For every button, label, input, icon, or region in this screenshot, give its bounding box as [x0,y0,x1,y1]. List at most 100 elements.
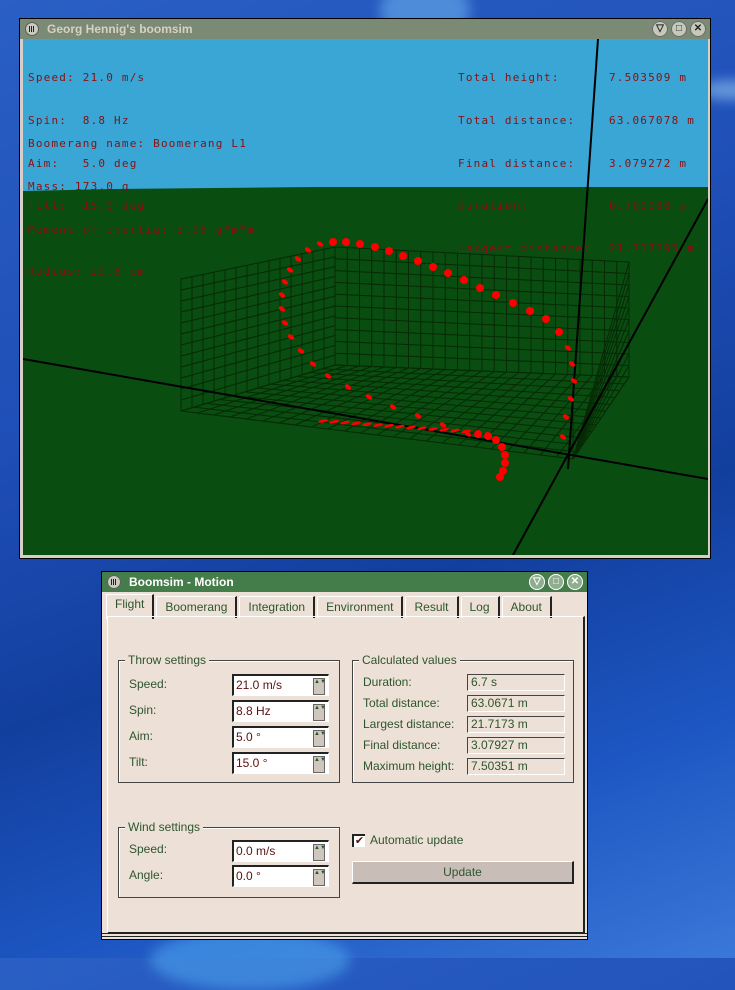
automatic-update-checkbox[interactable]: ✔ [352,834,365,847]
window-bottom-border [102,933,587,939]
wind-speed-spinbox[interactable]: 0.0 m/s ▲▼ [232,840,329,862]
tab-boomerang[interactable]: Boomerang [156,596,238,618]
spin-arrows-icon[interactable]: ▲▼ [313,678,326,695]
wallpaper-streak [150,930,350,990]
tab-about[interactable]: About [501,596,552,618]
spinbox-value: 0.0 m/s [236,844,276,858]
trajectory-point [414,257,422,265]
maximize-button[interactable]: □ [671,21,687,37]
throw-spin-spinbox[interactable]: 8.8 Hz ▲▼ [232,700,329,722]
spin-arrows-icon[interactable]: ▲▼ [313,869,326,886]
minimize-button[interactable]: ▽ [529,574,545,590]
tab-environment[interactable]: Environment [317,596,404,618]
hud-line: Boomerang name: Boomerang L1 [28,137,248,151]
throw-spin-label: Spin: [129,703,157,717]
spinbox-value: 8.8 Hz [236,704,271,718]
trajectory-point [492,436,500,444]
trajectory-point [371,243,379,251]
3d-scene-canvas[interactable]: Speed: 21.0 m/s Spin: 8.8 Hz Aim: 5.0 de… [23,39,708,555]
final-distance-value: 3.07927 m [467,737,565,754]
group-title: Wind settings [125,820,204,834]
trajectory-point [356,240,364,248]
hud-line: Speed: 21.0 m/s [28,71,146,85]
hud-line: Mass: 173.0 g [28,180,130,194]
spin-arrows-icon[interactable]: ▲▼ [313,704,326,721]
hud-value: 7.503509 m [609,71,688,85]
spin-arrows-icon[interactable]: ▲▼ [313,730,326,747]
hud-result-values: 7.503509 m 63.067078 m 3.079272 m 6.7000… [609,43,695,284]
hud-label: Largest distance: [458,241,591,255]
update-button[interactable]: Update [352,861,574,884]
hud-value: 3.079272 m [609,156,688,170]
hud-boomerang-info: Boomerang name: Boomerang L1 Mass: 173.0… [28,109,255,308]
total-distance-label: Total distance: [363,696,440,710]
throw-tilt-label: Tilt: [129,755,148,769]
trajectory-point [444,269,452,277]
tab-bar: Flight Boomerang Integration Environment… [106,594,554,619]
throw-speed-spinbox[interactable]: 21.0 m/s ▲▼ [232,674,329,696]
automatic-update-label[interactable]: Automatic update [370,833,463,847]
app-menu-icon[interactable] [25,22,39,36]
largest-distance-value: 21.7173 m [467,716,565,733]
window-title: Georg Hennig's boomsim [47,22,193,36]
hud-label: Total height: [458,71,560,85]
hud-label: Duration: [458,199,529,213]
trajectory-point [329,238,337,246]
app-menu-icon[interactable] [107,575,121,589]
hud-label: Total distance: [458,114,576,128]
spinbox-value: 0.0 ° [236,869,261,883]
maximum-height-label: Maximum height: [363,759,455,773]
trajectory-point [496,473,504,481]
flight-tab-panel: Throw settings Speed: 21.0 m/s ▲▼ Spin: … [107,616,585,934]
close-button[interactable]: ✕ [567,574,583,590]
viewer-titlebar[interactable]: Georg Hennig's boomsim ▽ □ ✕ [20,19,710,39]
group-title: Calculated values [359,653,460,667]
total-distance-value: 63.0671 m [467,695,565,712]
trajectory-point [484,432,492,440]
trajectory-point [501,459,509,467]
maximize-button[interactable]: □ [548,574,564,590]
trajectory-point [399,252,407,260]
spinbox-value: 21.0 m/s [236,678,283,692]
group-title: Throw settings [125,653,210,667]
tab-integration[interactable]: Integration [239,596,316,618]
motion-window: Boomsim - Motion ▽ □ ✕ Flight Boomerang … [102,572,587,939]
tab-result[interactable]: Result [405,596,459,618]
trajectory-point [501,451,509,459]
wind-speed-label: Speed: [129,842,168,856]
wind-angle-label: Angle: [129,868,164,882]
spin-arrows-icon[interactable]: ▲▼ [313,756,326,773]
viewer-window: Georg Hennig's boomsim ▽ □ ✕ Speed: 21.0… [20,19,710,558]
motion-titlebar[interactable]: Boomsim - Motion ▽ □ ✕ [102,572,587,592]
hud-line: Radius: 29.8 cm [28,265,146,279]
hud-label: Final distance: [458,156,576,170]
tab-log[interactable]: Log [460,596,500,618]
trajectory-point [542,315,550,323]
minimize-button[interactable]: ▽ [652,21,668,37]
window-title: Boomsim - Motion [129,575,234,589]
trajectory-point [555,328,563,336]
throw-aim-spinbox[interactable]: 5.0 ° ▲▼ [232,726,329,748]
duration-value: 6.7 s [467,674,565,691]
trajectory-point [509,299,517,307]
trajectory-point [492,291,500,299]
throw-speed-label: Speed: [129,677,168,691]
calculated-values-group: Calculated values Duration: 6.7 s Total … [352,653,574,783]
spinbox-value: 5.0 ° [236,730,261,744]
trajectory-point [476,284,484,292]
largest-distance-label: Largest distance: [363,717,455,731]
trajectory-point [498,443,506,451]
hud-value: 63.067078 m [609,114,696,128]
throw-aim-label: Aim: [129,729,153,743]
trajectory-point [385,247,393,255]
trajectory-point [342,238,350,246]
close-button[interactable]: ✕ [690,21,706,37]
maximum-height-value: 7.50351 m [467,758,565,775]
throw-tilt-spinbox[interactable]: 15.0 ° ▲▼ [232,752,329,774]
hud-line: Moment of inertia: 3.96 g*m*m [28,222,255,236]
throw-settings-group: Throw settings Speed: 21.0 m/s ▲▼ Spin: … [118,653,340,783]
wind-angle-spinbox[interactable]: 0.0 ° ▲▼ [232,865,329,887]
final-distance-label: Final distance: [363,738,441,752]
spin-arrows-icon[interactable]: ▲▼ [313,844,326,861]
spinbox-value: 15.0 ° [236,756,268,770]
